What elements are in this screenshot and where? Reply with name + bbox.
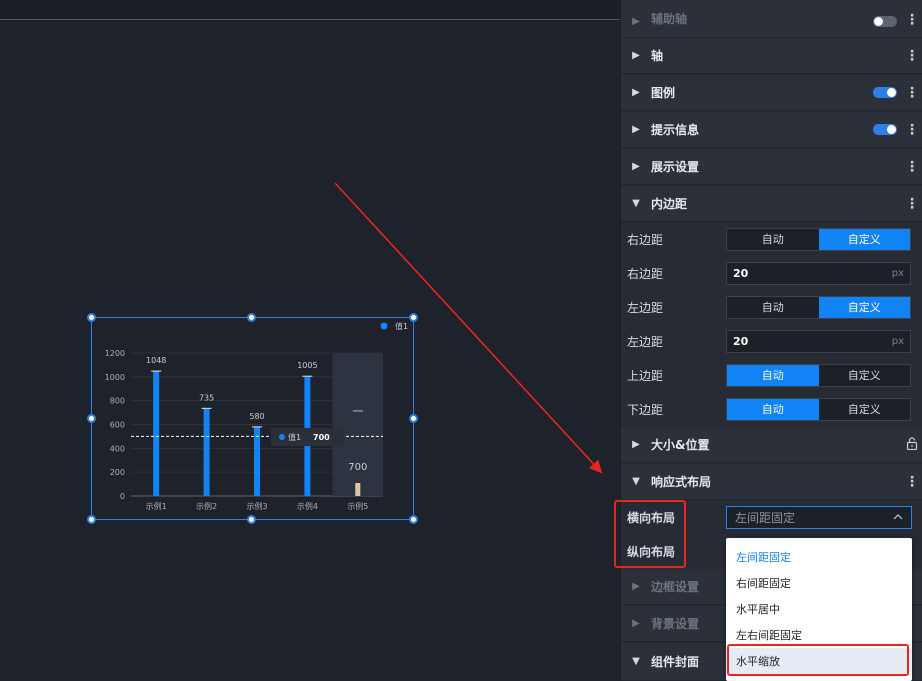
more-icon[interactable]: ⋮ <box>901 13 922 27</box>
annotation-box-option <box>727 644 909 676</box>
tooltip-toggle[interactable] <box>873 124 897 135</box>
lock-icon[interactable] <box>901 435 922 454</box>
padding-right-mode-row: 右边距 自动 自定义 <box>621 222 922 256</box>
section-title: 展示设置 <box>651 160 700 174</box>
more-icon[interactable]: ⋮ <box>901 197 922 211</box>
unit-label: px <box>891 335 904 347</box>
auxiliary-axis-toggle[interactable] <box>873 16 897 27</box>
section-title: 图例 <box>651 86 676 100</box>
more-icon[interactable]: ⋮ <box>901 123 922 137</box>
row-label: 左边距 <box>627 334 664 349</box>
mode-segmented[interactable]: 自动 自定义 <box>726 397 911 421</box>
section-size-position[interactable]: ▶ 大小&位置 <box>621 427 922 463</box>
collapse-arrow-icon: ▼ <box>632 656 640 667</box>
more-icon[interactable]: ⋮ <box>901 160 922 174</box>
padding-top-mode-row: 上边距 自动 自定义 <box>621 358 922 392</box>
custom-option[interactable]: 自定义 <box>819 365 911 386</box>
section-auxiliary-axis[interactable]: ▶ 辅助轴 ⋮ <box>621 0 922 38</box>
mode-segmented[interactable]: 自动 自定义 <box>726 363 911 387</box>
row-label: 下边距 <box>627 402 664 417</box>
legend-toggle[interactable] <box>873 87 897 98</box>
arrow-to-responsive <box>334 182 603 474</box>
padding-right-value-row: 右边距 20 px <box>621 256 922 290</box>
more-icon[interactable]: ⋮ <box>901 86 922 100</box>
section-tooltip[interactable]: ▶ 提示信息 ⋮ <box>621 112 922 148</box>
chevron-up-icon <box>893 514 903 520</box>
section-display[interactable]: ▶ 展示设置 ⋮ <box>621 149 922 185</box>
section-title: 提示信息 <box>651 123 700 137</box>
padding-left-value-row: 左边距 20 px <box>621 324 922 358</box>
input-value: 20 <box>733 334 749 348</box>
expand-arrow-icon: ▶ <box>632 439 640 450</box>
section-title: 大小&位置 <box>651 438 710 452</box>
expand-arrow-icon: ▶ <box>632 618 640 629</box>
input-value: 20 <box>733 266 749 280</box>
section-title: 轴 <box>651 49 664 63</box>
padding-bottom-mode-row: 下边距 自动 自定义 <box>621 392 922 426</box>
more-icon[interactable]: ⋮ <box>901 49 922 63</box>
more-icon[interactable]: ⋮ <box>901 475 922 489</box>
section-title: 辅助轴 <box>651 12 688 26</box>
auto-option[interactable]: 自动 <box>727 229 819 250</box>
horizontal-layout-select[interactable]: 左间距固定 <box>726 505 912 529</box>
row-label: 右边距 <box>627 232 664 247</box>
row-label: 右边距 <box>627 266 664 281</box>
row-label: 上边距 <box>627 368 664 383</box>
expand-arrow-icon: ▶ <box>632 581 640 592</box>
option-right-fixed[interactable]: 右间距固定 <box>726 570 912 596</box>
auto-option[interactable]: 自动 <box>727 297 819 318</box>
padding-left-mode-row: 左边距 自动 自定义 <box>621 290 922 324</box>
section-padding[interactable]: ▼ 内边距 ⋮ <box>621 186 922 222</box>
row-label: 左边距 <box>627 300 664 315</box>
collapse-arrow-icon: ▼ <box>632 198 640 209</box>
section-axis[interactable]: ▶ 轴 ⋮ <box>621 38 922 74</box>
expand-arrow-icon: ▶ <box>632 87 640 98</box>
section-title: 响应式布局 <box>651 475 712 489</box>
auto-option[interactable]: 自动 <box>727 364 819 386</box>
padding-left-input[interactable]: 20 px <box>726 329 911 353</box>
select-value: 左间距固定 <box>735 510 796 525</box>
option-left-fixed[interactable]: 左间距固定 <box>726 544 912 570</box>
expand-arrow-icon: ▶ <box>632 161 640 172</box>
mode-segmented[interactable]: 自动 自定义 <box>726 295 911 319</box>
custom-option[interactable]: 自定义 <box>818 296 910 318</box>
padding-right-input[interactable]: 20 px <box>726 261 911 285</box>
expand-arrow-icon: ▶ <box>632 50 640 61</box>
unit-label: px <box>891 267 904 279</box>
section-title: 内边距 <box>651 197 688 211</box>
section-legend[interactable]: ▶ 图例 ⋮ <box>621 75 922 111</box>
annotation-box-labels <box>614 500 686 568</box>
custom-option[interactable]: 自定义 <box>819 399 911 420</box>
auto-option[interactable]: 自动 <box>727 398 819 420</box>
collapse-arrow-icon: ▼ <box>632 476 640 487</box>
expand-arrow-icon: ▶ <box>632 124 640 135</box>
app-root: { "canvas": { "chart_widget": { "legend"… <box>0 0 922 681</box>
collapse-arrow-icon: ▶ <box>632 16 640 27</box>
option-center[interactable]: 水平居中 <box>726 596 912 622</box>
mode-segmented[interactable]: 自动 自定义 <box>726 227 911 251</box>
section-responsive[interactable]: ▼ 响应式布局 ⋮ <box>621 464 922 500</box>
custom-option[interactable]: 自定义 <box>818 228 910 250</box>
